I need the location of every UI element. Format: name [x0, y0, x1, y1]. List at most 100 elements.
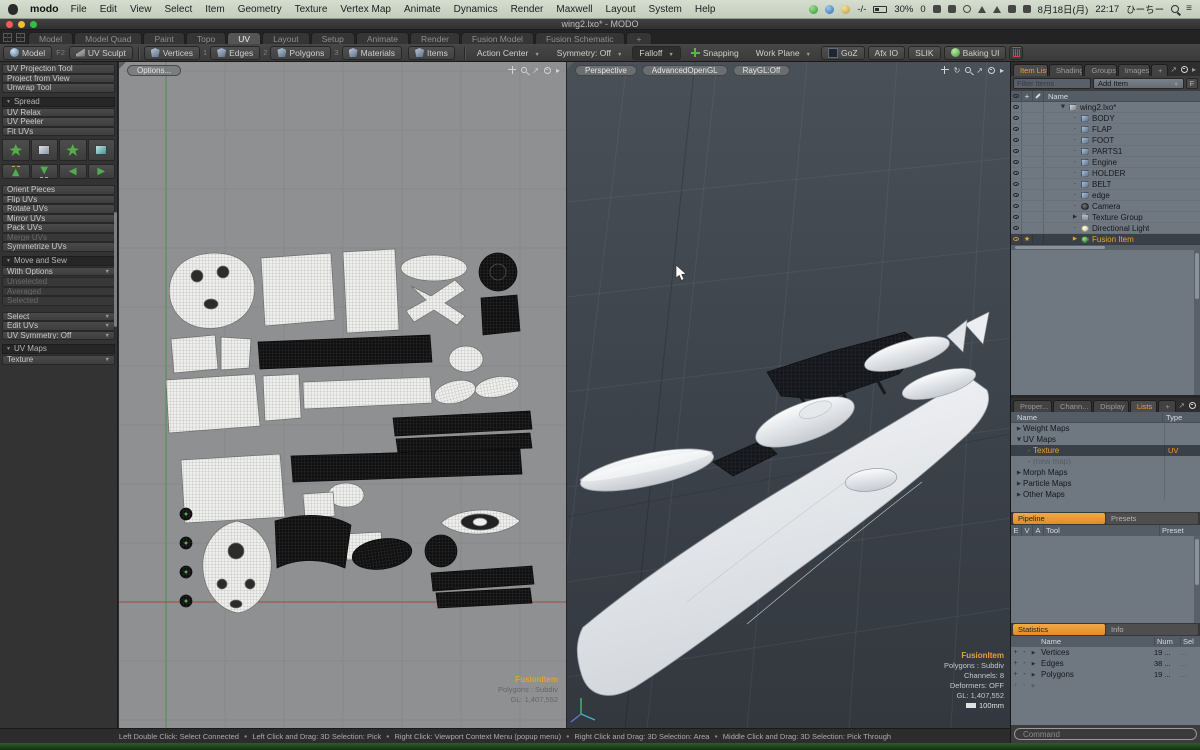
- uv-tool-button[interactable]: Pack UVs: [2, 223, 115, 233]
- perspective-view-button[interactable]: Perspective: [575, 65, 637, 76]
- disclosure-arrow[interactable]: ▶: [1070, 236, 1080, 242]
- stretch-figure-tool-button[interactable]: [59, 139, 87, 161]
- viewport-corner-marker[interactable]: [119, 62, 126, 69]
- map-label[interactable]: (new map): [1033, 457, 1164, 466]
- disclosure-arrow[interactable]: -: [1070, 225, 1080, 231]
- model-mode-button[interactable]: Model: [3, 46, 52, 60]
- item-list-row[interactable]: - HOLDER: [1011, 168, 1200, 179]
- spread-section-header[interactable]: Spread: [2, 97, 115, 107]
- eye-icon[interactable]: [1013, 193, 1019, 197]
- falloff-dropdown[interactable]: Falloff: [632, 46, 680, 60]
- slik-button[interactable]: SLIK: [908, 46, 940, 60]
- menu-item[interactable]: Item: [205, 4, 224, 15]
- eject-icon[interactable]: [993, 5, 1001, 13]
- 3d-model-canvas[interactable]: [567, 62, 1010, 728]
- 3d-perspective-viewport[interactable]: Perspective AdvancedOpenGL RayGL:Off Fus…: [566, 62, 1010, 728]
- layout-grid-icon-2[interactable]: [16, 33, 25, 42]
- menu-item[interactable]: System: [649, 4, 682, 15]
- layout-tab[interactable]: Model Quad: [74, 32, 142, 44]
- menu-item[interactable]: Select: [164, 4, 192, 15]
- menu-item[interactable]: Help: [695, 4, 716, 15]
- menu-item[interactable]: Animate: [404, 4, 441, 15]
- eye-icon[interactable]: [1013, 226, 1019, 230]
- selection-mode-button[interactable]: Edges: [210, 46, 260, 60]
- eye-icon[interactable]: [1013, 237, 1019, 241]
- item-label[interactable]: Fusion Item: [1092, 235, 1134, 244]
- item-list-row[interactable]: - Engine: [1011, 157, 1200, 168]
- uv-tool-button[interactable]: Rotate UVs: [2, 204, 115, 214]
- item-label[interactable]: HOLDER: [1092, 169, 1125, 178]
- zoom-icon[interactable]: [965, 67, 971, 73]
- item-label[interactable]: wing2.lxo*: [1080, 103, 1116, 112]
- with-options-dropdown[interactable]: With Options: [2, 267, 115, 277]
- disclosure-arrow[interactable]: -: [1025, 448, 1033, 454]
- uv-tool-button[interactable]: UV Projection Tool: [2, 64, 115, 74]
- disclosure-arrow[interactable]: ▼: [1015, 437, 1023, 443]
- move-up-button[interactable]: ▲: [2, 164, 30, 179]
- uv-tool-button[interactable]: Flip UVs: [2, 195, 115, 205]
- item-label[interactable]: BODY: [1092, 114, 1115, 123]
- item-list-row[interactable]: - FLAP: [1011, 124, 1200, 135]
- panel-tab[interactable]: Images: [1118, 64, 1150, 76]
- panel-tab[interactable]: Info: [1106, 624, 1198, 635]
- item-label[interactable]: Texture Group: [1092, 213, 1143, 222]
- pan-icon[interactable]: [941, 66, 949, 74]
- raygl-button[interactable]: RayGL:Off: [733, 65, 791, 76]
- wifi-icon[interactable]: [978, 5, 986, 13]
- item-list-row[interactable]: - edge: [1011, 190, 1200, 201]
- uv-maps-section-header[interactable]: UV Maps: [2, 344, 115, 354]
- layout-tab[interactable]: Fusion Schematic: [535, 32, 625, 44]
- map-list-row[interactable]: ▼ UV Maps: [1011, 434, 1200, 445]
- item-label[interactable]: PARTS1: [1092, 147, 1122, 156]
- add-item-dropdown[interactable]: Add Item: [1093, 78, 1184, 89]
- move-and-sew-section-header[interactable]: Move and Sew: [2, 256, 115, 266]
- snapping-button[interactable]: Snapping: [684, 46, 746, 60]
- calendar-icon[interactable]: [948, 5, 956, 13]
- disclosure-arrow[interactable]: [1029, 660, 1038, 667]
- item-list-row[interactable]: ▶ Texture Group: [1011, 212, 1200, 223]
- map-list-row[interactable]: ▶ Weight Maps: [1011, 423, 1200, 434]
- sidebar-scrollbar[interactable]: [114, 212, 117, 327]
- disclosure-arrow[interactable]: -: [1070, 137, 1080, 143]
- panel-tab[interactable]: +: [1158, 400, 1176, 412]
- menu-item[interactable]: Maxwell: [556, 4, 592, 15]
- item-list-row[interactable]: - FOOT: [1011, 135, 1200, 146]
- menu-item[interactable]: Vertex Map: [340, 4, 391, 15]
- map-list-row[interactable]: ▶ Other Maps: [1011, 489, 1200, 500]
- input-source-icon[interactable]: [1023, 5, 1031, 13]
- eye-icon[interactable]: [1013, 204, 1019, 208]
- apple-menu-icon[interactable]: [8, 4, 18, 15]
- app-menu[interactable]: modo: [30, 3, 59, 15]
- item-label[interactable]: Camera: [1092, 202, 1120, 211]
- paw-icon[interactable]: [933, 5, 941, 13]
- layout-tab[interactable]: +: [626, 32, 653, 44]
- eye-icon[interactable]: [1013, 215, 1019, 219]
- statistics-row[interactable]: Edges 38 ... ...: [1011, 658, 1200, 669]
- item-tree-vscrollbar[interactable]: [1194, 250, 1200, 395]
- menu-item[interactable]: View: [130, 4, 152, 15]
- eye-icon[interactable]: [1013, 127, 1019, 131]
- uv-tool-button[interactable]: Fit UVs: [2, 127, 115, 137]
- item-list-row[interactable]: - PARTS1: [1011, 146, 1200, 157]
- command-input[interactable]: [1014, 728, 1197, 740]
- disclosure-arrow[interactable]: ▶: [1015, 426, 1023, 432]
- move-right-button[interactable]: ▶: [88, 164, 116, 179]
- layout-tab[interactable]: Render: [410, 32, 460, 44]
- item-label[interactable]: FLAP: [1092, 125, 1112, 134]
- menu-date[interactable]: 8月18日(月): [1038, 2, 1089, 16]
- item-list-row[interactable]: - Camera: [1011, 201, 1200, 212]
- notification-center-icon[interactable]: ≡: [1186, 4, 1192, 14]
- panel-tab[interactable]: Shading: [1049, 64, 1083, 76]
- uv-dropdown[interactable]: Edit UVs: [2, 321, 115, 331]
- rotate-icon[interactable]: [954, 65, 961, 75]
- item-label[interactable]: BELT: [1092, 180, 1111, 189]
- map-label[interactable]: Other Maps: [1023, 490, 1164, 499]
- remove-from-selection-icon[interactable]: [1020, 682, 1029, 689]
- goz-button[interactable]: GoZ: [821, 46, 865, 60]
- menu-item[interactable]: File: [71, 4, 87, 15]
- disclosure-arrow[interactable]: ▶: [1015, 470, 1023, 476]
- uv-options-button[interactable]: Options...: [127, 65, 181, 76]
- disclosure-arrow[interactable]: ▼: [1058, 104, 1068, 110]
- pan-icon[interactable]: [508, 66, 516, 74]
- relax-figure-tool-button[interactable]: [2, 139, 30, 161]
